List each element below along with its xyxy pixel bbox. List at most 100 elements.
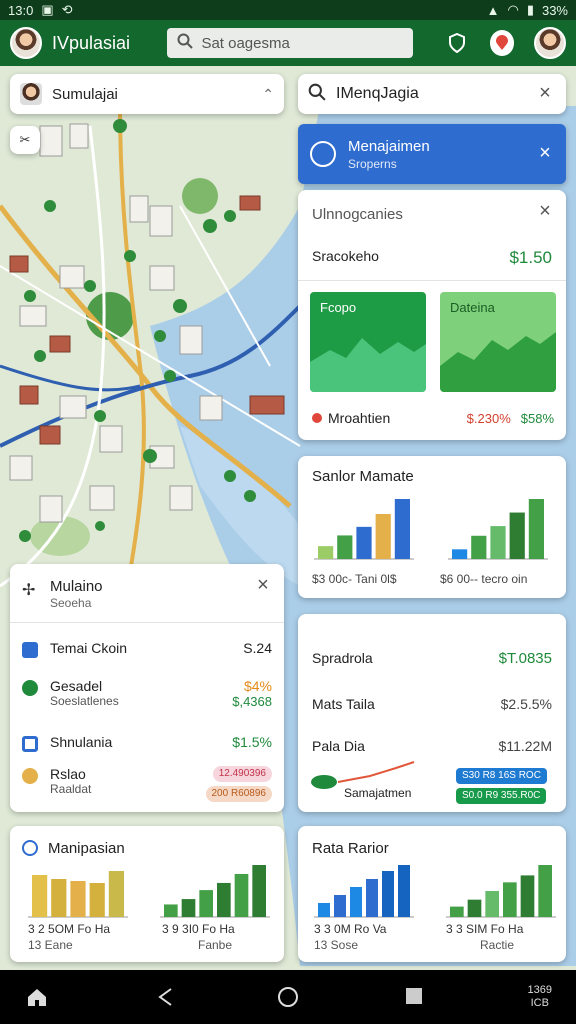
close-icon[interactable]: ×	[536, 143, 554, 163]
chart-bar	[70, 881, 86, 917]
chart-bar	[51, 879, 67, 917]
mini-avatar	[20, 83, 42, 105]
chart-bar	[452, 549, 468, 559]
market-subtitle: Seoeha	[50, 596, 92, 610]
profile-avatar[interactable]	[534, 27, 567, 59]
chart-caption: 13 Eane	[28, 938, 73, 952]
bar-chart-left	[28, 871, 128, 918]
chart-caption: Fanbe	[198, 938, 233, 952]
info-footer: Mroahtien $.230% $58%	[312, 410, 554, 426]
banner-subtitle: Sroperns	[348, 156, 397, 171]
shield-icon[interactable]	[445, 30, 469, 56]
chart-caption: 3 2 5OM Fo Ha	[28, 922, 111, 936]
row-value: $4%	[243, 678, 272, 694]
bar-chart-right	[446, 865, 556, 918]
row-label: Pala Dia	[312, 738, 365, 754]
system-nav-bar: 1369 ICB	[0, 970, 576, 1024]
management-search[interactable]: IMenqJagia ×	[298, 74, 566, 114]
banner-title: Menajaimen	[348, 137, 430, 155]
market-card: ✢ Mulaino Seoeha × Temai Ckoin S.24 Gesa…	[10, 564, 284, 812]
home-icon[interactable]	[26, 986, 48, 1013]
row-label: Mats Taila	[312, 696, 375, 712]
back-icon[interactable]	[156, 986, 176, 1013]
location-pin-icon[interactable]	[489, 30, 515, 56]
spread-card: Spradrola $T.0835 Mats Taila $2.5.5% Pal…	[298, 614, 566, 812]
chart-bar	[356, 526, 372, 559]
manipulation-card: Manipasian 3 2 5OM Fo Ha 13 Eane 3 9 3I0…	[10, 826, 284, 962]
wifi-icon: ◠	[507, 2, 519, 17]
chart-bar	[89, 883, 105, 917]
recents-icon[interactable]	[404, 986, 424, 1011]
chart-bar	[234, 873, 249, 917]
refresh-icon	[22, 680, 38, 696]
close-icon[interactable]: ×	[254, 575, 272, 595]
chart-bar	[32, 875, 48, 917]
chart-bar	[503, 882, 517, 917]
row-value: $2.5.5%	[500, 696, 552, 712]
signal-icon: ▲	[486, 2, 500, 18]
map-tool-button[interactable]: ✂	[10, 126, 40, 154]
chart-bar	[337, 535, 353, 559]
rate-card: Rata Rarior 3 3 0M Ro Va 13 Sose 3 3 SIM…	[298, 826, 566, 962]
close-icon[interactable]: ×	[536, 83, 554, 103]
row-label: Gesadel	[50, 678, 103, 694]
footer-label: Mroahtien	[328, 410, 391, 426]
list-item[interactable]: Mats Taila $2.5.5%	[312, 696, 552, 712]
list-item[interactable]: Pala Dia $11.22M	[312, 738, 552, 754]
simulation-label: Sumulajai	[52, 85, 118, 103]
collapse-icon[interactable]: ⌃	[262, 86, 274, 103]
chart-bar	[181, 899, 196, 917]
home-circle-icon[interactable]	[277, 986, 299, 1013]
chart-bar	[382, 871, 394, 917]
info-card: Ulnnogcanies × Sracokeho $1.50 Fcopo Dat…	[298, 190, 566, 440]
list-item[interactable]: Spradrola $T.0835	[312, 650, 552, 667]
chart-bar	[366, 879, 378, 917]
bar-chart-left	[314, 865, 414, 918]
chart-bar	[217, 882, 231, 917]
management-banner[interactable]: Menajaimen Sroperns ×	[298, 124, 566, 184]
card-title: Rata Rarior	[312, 840, 389, 857]
chart-bar	[509, 512, 525, 559]
chart-caption: $3 00c- Tani 0l$	[312, 572, 397, 586]
area-tile-right[interactable]: Dateina	[440, 292, 556, 392]
row-value-secondary: $,4368	[232, 694, 272, 709]
status-badge: 12.490396	[212, 766, 272, 782]
sim-icon: ▣	[41, 2, 54, 17]
chart-caption: 3 3 0M Ro Va	[314, 922, 387, 936]
ring-icon	[310, 141, 336, 167]
status-badge: S0.0 R9 355.R0C	[456, 788, 547, 804]
chart-bar	[334, 895, 346, 917]
chart-bar	[485, 891, 499, 917]
map-view[interactable]: Sumulajai ⌃ ✂ IMenqJagia × Menajaimen Sr…	[0, 66, 576, 970]
search-bar[interactable]: Sat oagesma	[167, 28, 414, 58]
simulation-card[interactable]: Sumulajai ⌃	[10, 74, 284, 114]
status-badge: S30 R8 16S ROC	[456, 768, 547, 784]
search-input[interactable]: Sat oagesma	[201, 35, 289, 52]
row-label: Temai Ckoin	[50, 640, 128, 656]
avatar[interactable]	[10, 27, 42, 59]
search-icon	[308, 83, 326, 106]
close-icon[interactable]: ×	[536, 201, 554, 221]
info-card-title: Ulnnogcanies	[312, 206, 403, 223]
nav-clock: 1369 ICB	[528, 984, 552, 1010]
chart-bar	[164, 904, 178, 917]
info-row: Sracokeho $1.50	[312, 248, 552, 268]
app-title: IVpulasiai	[52, 32, 131, 53]
divider	[298, 280, 566, 281]
chart-caption: 3 3 SIM Fo Ha	[446, 922, 524, 936]
row-label: Spradrola	[312, 650, 373, 666]
chart-caption: $6 00-- tecro oin	[440, 572, 528, 586]
nav-date: ICB	[530, 997, 549, 1009]
coin-icon	[22, 768, 38, 784]
row-value: $1.5%	[232, 734, 272, 750]
sync-icon: ⟲	[61, 2, 73, 17]
row-label: Rslao	[50, 766, 86, 782]
chart-caption: 13 Sose	[314, 938, 359, 952]
chart-bar	[394, 499, 410, 559]
management-search-label[interactable]: IMenqJagia	[336, 85, 419, 103]
chart-bar	[538, 865, 552, 917]
chart-bar	[318, 546, 334, 559]
area-tile-left[interactable]: Fcopo	[310, 292, 426, 392]
chart-bar	[467, 899, 482, 917]
nav-time: 1369	[527, 984, 552, 996]
